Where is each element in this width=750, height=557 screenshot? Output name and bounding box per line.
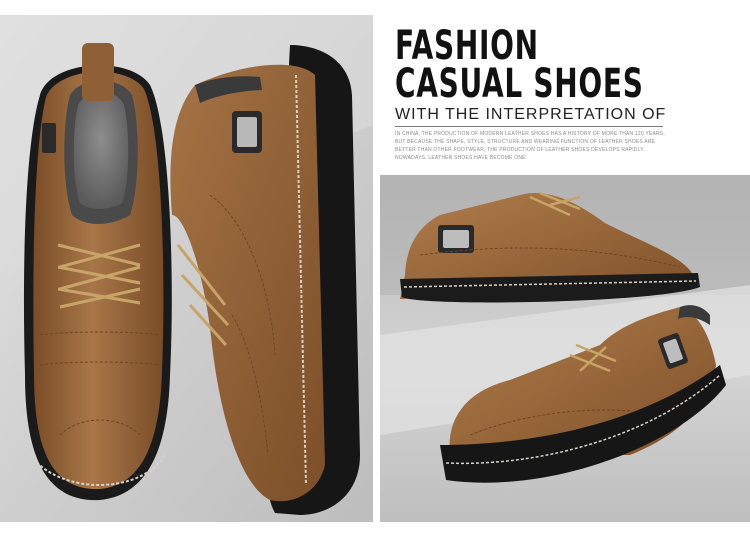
product-photo-left (0, 15, 373, 522)
shoe-top-view (23, 43, 172, 501)
shoe-pair-top-side-image (0, 15, 373, 522)
shoe-pair-stacked-image (380, 175, 750, 522)
product-photo-right (380, 175, 750, 522)
subtitle: WITH THE INTERPRETATION OF (395, 106, 667, 123)
divider (395, 126, 663, 127)
metal-badge-icon (438, 225, 474, 253)
headline-line-2: CASUAL SHOES (395, 61, 644, 107)
metal-badge-icon (232, 111, 262, 153)
body-copy: IN CHINA, THE PRODUCTION OF MODERN LEATH… (395, 131, 665, 161)
